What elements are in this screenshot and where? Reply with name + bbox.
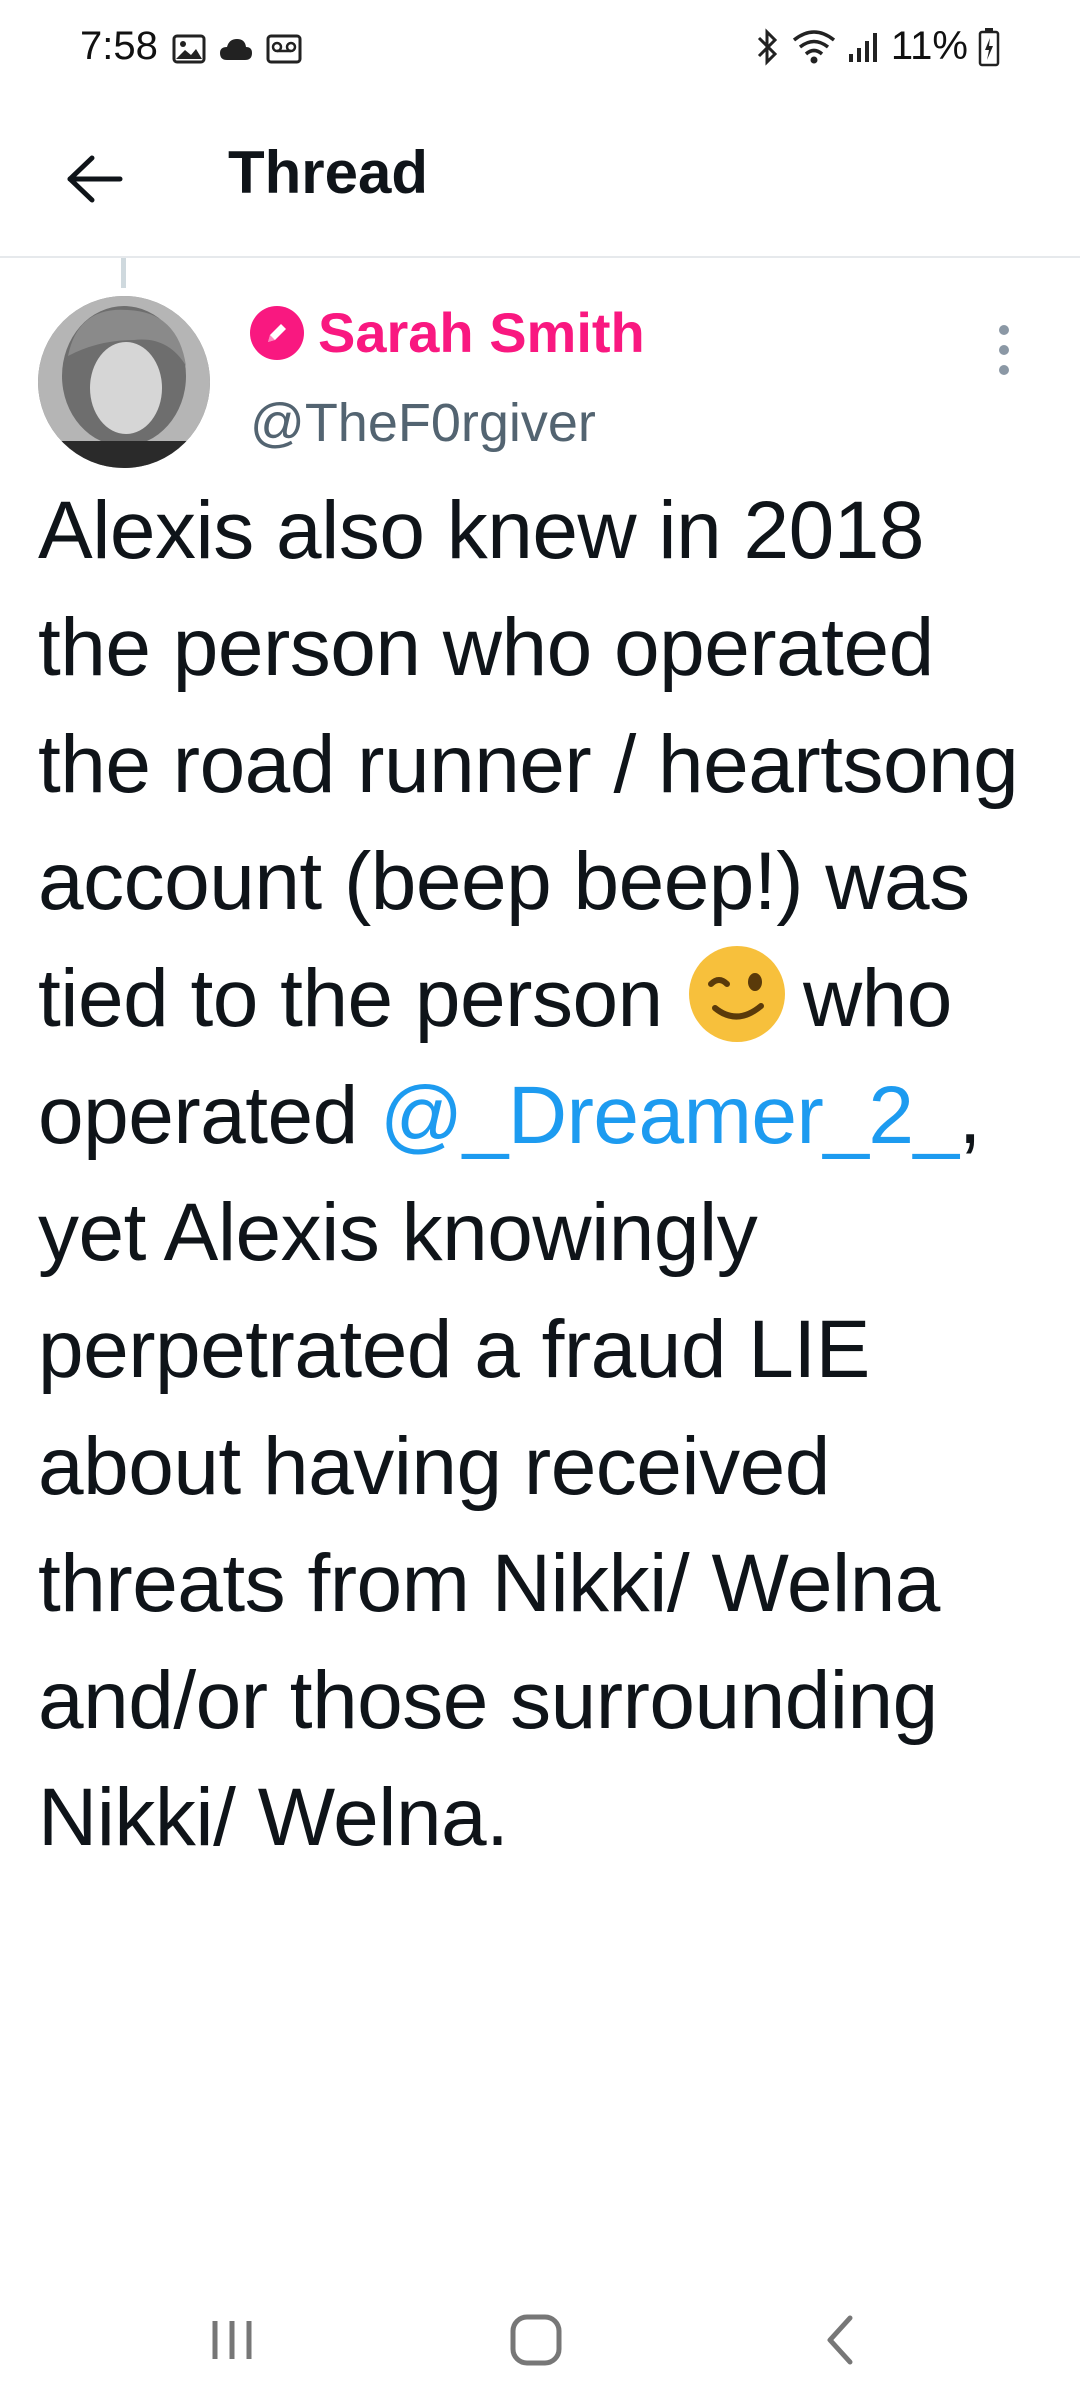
home-icon: [510, 2314, 562, 2366]
cloud-icon: [220, 39, 252, 60]
avatar[interactable]: [38, 296, 210, 468]
signal-icon: [848, 32, 877, 62]
status-bar: 7:58 11%: [0, 0, 1080, 100]
more-dot-icon: [999, 325, 1009, 335]
battery-charging-icon: [978, 27, 1000, 66]
more-dot-icon: [999, 345, 1009, 355]
app-header: Thread: [0, 100, 1080, 258]
recent-apps-button[interactable]: [182, 2300, 282, 2380]
recent-apps-icon: [212, 2321, 252, 2359]
wifi-icon: [792, 29, 835, 63]
avatar-photo: [38, 296, 210, 468]
home-button[interactable]: [486, 2300, 586, 2380]
back-button[interactable]: [50, 134, 140, 224]
more-dot-icon: [999, 365, 1009, 375]
more-options-button[interactable]: [974, 320, 1034, 380]
mention-link[interactable]: @_Dreamer_2_: [380, 1070, 959, 1161]
nav-back-button[interactable]: [790, 2300, 890, 2380]
status-right: 11%: [755, 24, 1000, 69]
voicemail-icon: [266, 34, 302, 64]
tweet-text: Alexis also knew in 2018 the person who …: [38, 472, 1048, 1876]
author-handle[interactable]: @TheF0rgiver: [250, 392, 596, 454]
winking-face-icon: [688, 946, 785, 1042]
author-name[interactable]: Sarah Smith: [318, 300, 645, 365]
arrow-left-icon: [67, 155, 123, 203]
page-title: Thread: [228, 139, 429, 206]
pencil-badge-icon: [250, 305, 304, 360]
bluetooth-icon: [757, 27, 778, 66]
screen: 7:58 11% Thread Sarah Smith @TheF0rgiver…: [0, 0, 1080, 2400]
status-time: 7:58: [80, 24, 158, 68]
system-nav-bar: [0, 2260, 1080, 2400]
battery-percentage: 11%: [890, 24, 968, 68]
tweet-text-part-3: , yet Alexis knowingly perpetrated a fra…: [38, 1070, 981, 1863]
gallery-icon: [172, 34, 206, 64]
back-icon: [827, 2315, 853, 2365]
author-row: Sarah Smith: [250, 300, 645, 365]
status-left-icons: [172, 34, 302, 64]
thread-connector-line: [121, 258, 126, 288]
